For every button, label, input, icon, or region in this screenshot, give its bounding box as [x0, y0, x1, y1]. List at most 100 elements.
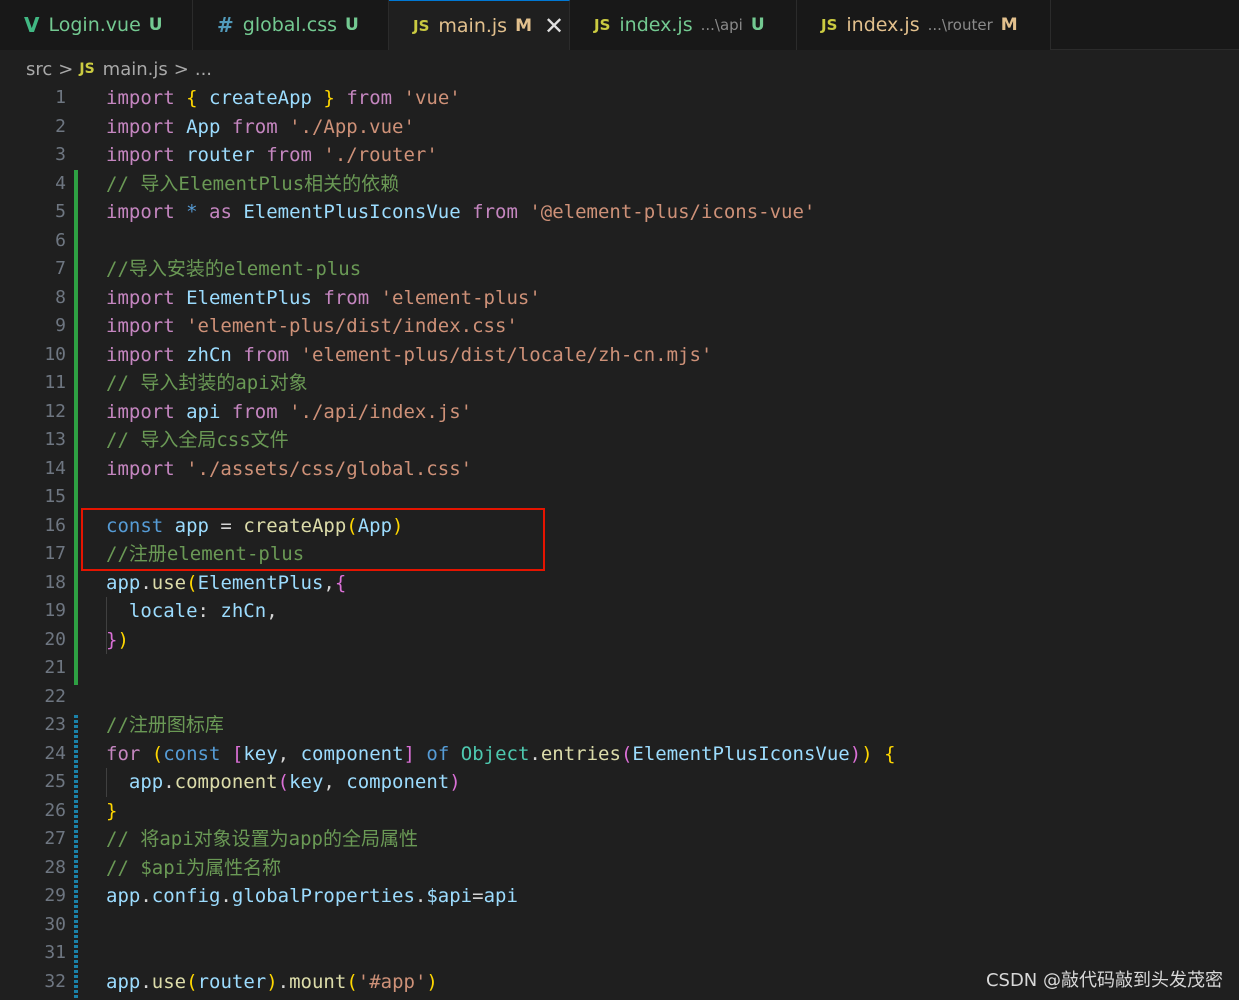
code-line[interactable]: 12 import api from './api/index.js' — [0, 398, 1239, 427]
code-text: import App from './App.vue' — [106, 113, 415, 142]
breadcrumb-separator: > — [173, 58, 189, 80]
code-token: './api/index.js' — [289, 400, 473, 423]
code-token: // 导入封装的api对象 — [106, 372, 308, 394]
code-token: from — [231, 115, 278, 138]
code-token: router — [197, 970, 267, 993]
code-text: //注册图标库 — [106, 711, 224, 740]
code-line[interactable]: 23 //注册图标库 — [0, 711, 1239, 740]
line-number: 10 — [44, 343, 66, 365]
tab-index-js[interactable]: JS index.js ...\api U — [570, 0, 797, 50]
code-token: , — [323, 571, 335, 594]
code-token: . — [414, 885, 427, 907]
code-token: 'element-plus/dist/locale/zh-cn.mjs' — [300, 343, 713, 366]
code-token: import — [106, 201, 175, 223]
code-line[interactable]: 22 — [0, 683, 1239, 712]
code-line[interactable]: 1 import { createApp } from 'vue' — [0, 84, 1239, 113]
code-line[interactable]: 19 locale: zhCn, — [0, 597, 1239, 626]
code-line[interactable]: 26} — [0, 797, 1239, 826]
tab-Login-vue[interactable]: V Login.vue U — [0, 0, 193, 50]
code-token: app — [106, 885, 141, 907]
code-line[interactable]: 24 for (const [key, component] of Object.… — [0, 740, 1239, 769]
code-token: ) — [449, 771, 461, 793]
code-line[interactable]: 28 // $api为属性名称 — [0, 854, 1239, 883]
code-token: // $api为属性名称 — [106, 856, 282, 879]
breadcrumb-symbols[interactable]: ... — [195, 59, 212, 80]
code-token: //导入安装的element-plus — [106, 258, 362, 280]
code-token: createApp — [209, 87, 312, 109]
code-line[interactable]: 2 import App from './App.vue' — [0, 113, 1239, 142]
tab-main-js[interactable]: JS main.js M ✕ — [389, 0, 570, 50]
code-line[interactable]: 27 // 将api对象设置为app的全局属性 — [0, 825, 1239, 854]
code-token: const — [106, 514, 164, 537]
code-line[interactable]: 31 — [0, 939, 1239, 968]
code-text: //导入安装的element-plus — [106, 255, 361, 284]
tab-global-css[interactable]: # global.css U — [193, 0, 389, 50]
code-line[interactable]: 30 — [0, 911, 1239, 940]
vue-icon: V — [24, 13, 40, 37]
line-number: 22 — [44, 685, 66, 707]
code-token: import — [106, 115, 175, 138]
code-token: import — [106, 286, 175, 309]
code-line[interactable]: 4 // 导入ElementPlus相关的依赖 — [0, 170, 1239, 199]
code-line[interactable]: 9 import 'element-plus/dist/index.css' — [0, 312, 1239, 341]
code-line[interactable]: 10 import zhCn from 'element-plus/dist/lo… — [0, 341, 1239, 370]
code-token: from — [231, 400, 278, 423]
breadcrumb-file[interactable]: main.js — [103, 59, 168, 80]
code-line[interactable]: 8 import ElementPlus from 'element-plus' — [0, 284, 1239, 313]
code-token: ElementPlus — [186, 286, 312, 309]
code-line[interactable]: 15 — [0, 483, 1239, 512]
line-number: 6 — [55, 229, 66, 251]
code-line[interactable]: 21 — [0, 654, 1239, 683]
code-token: 'element-plus' — [380, 286, 541, 309]
code-token: ) — [426, 970, 438, 993]
code-token: import — [106, 343, 175, 366]
code-token: //注册element-plus — [106, 543, 305, 565]
code-line[interactable]: 3 import router from './router' — [0, 141, 1239, 170]
code-text: // 导入封装的api对象 — [106, 369, 308, 398]
code-token: } — [106, 799, 118, 822]
code-token: app — [174, 514, 209, 537]
tab-index-js[interactable]: JS index.js ...\router M — [797, 0, 1051, 50]
code-token: 'vue' — [403, 87, 461, 109]
code-line[interactable]: 7 //导入安装的element-plus — [0, 255, 1239, 284]
code-line[interactable]: 11 // 导入封装的api对象 — [0, 369, 1239, 398]
code-token: from — [346, 87, 393, 109]
code-token: [ — [231, 742, 244, 765]
code-token: , — [323, 771, 347, 793]
code-line[interactable]: 14 import './assets/css/global.css' — [0, 455, 1239, 484]
line-number: 31 — [44, 942, 66, 963]
git-status-badge: M — [1000, 15, 1018, 35]
code-token: mount — [289, 970, 347, 993]
code-token: key — [289, 771, 324, 793]
code-line[interactable]: 18 app.use(ElementPlus,{ — [0, 569, 1239, 598]
close-icon[interactable]: ✕ — [544, 14, 564, 38]
code-line[interactable]: 25 app.component(key, component) — [0, 768, 1239, 797]
breadcrumb-root[interactable]: src — [26, 59, 52, 80]
code-line[interactable]: 13 // 导入全局css文件 — [0, 426, 1239, 455]
line-number: 24 — [44, 742, 66, 764]
code-token: ( — [151, 742, 164, 765]
code-token: ) — [849, 742, 862, 765]
code-line[interactable]: 6 — [0, 227, 1239, 256]
code-line[interactable]: 17 //注册element-plus — [0, 540, 1239, 569]
code-line[interactable]: 5 import * as ElementPlusIconsVue from '@… — [0, 198, 1239, 227]
line-number: 5 — [55, 201, 66, 222]
code-line[interactable]: 29 app.config.globalProperties.$api=api — [0, 882, 1239, 911]
code-token: Object — [460, 742, 530, 765]
code-token: ( — [186, 571, 198, 594]
code-token: import — [106, 87, 175, 109]
code-editor[interactable]: 1 import { createApp } from 'vue' 2 import … — [0, 84, 1239, 1000]
code-line[interactable]: 16 const app = createApp(App) — [0, 512, 1239, 541]
code-line[interactable]: 20}) — [0, 626, 1239, 655]
git-status-badge: U — [345, 15, 359, 35]
code-token: . — [277, 970, 290, 993]
